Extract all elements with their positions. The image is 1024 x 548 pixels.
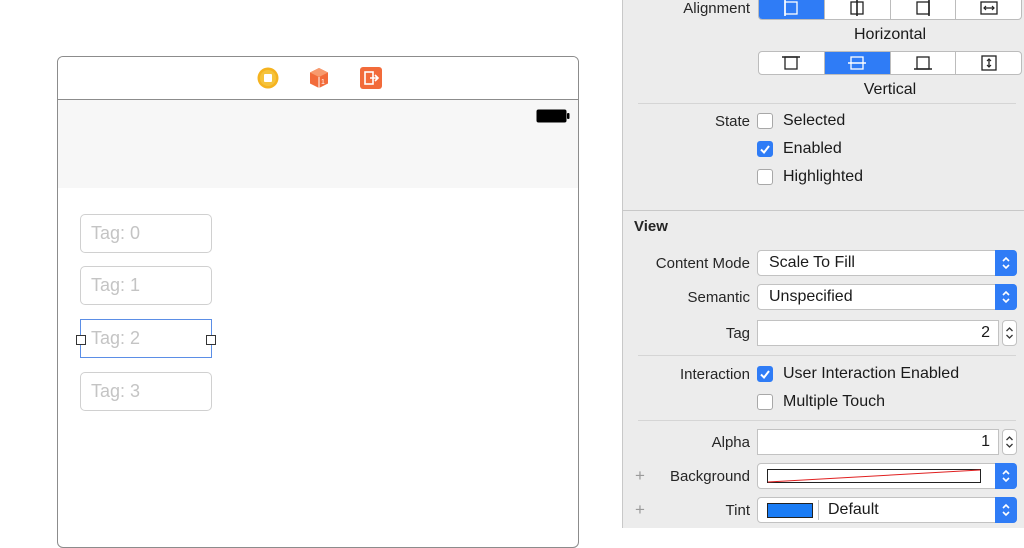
view-controller-scene[interactable]: 1 Tag: 0 Tag: 1 Tag: 2 Tag: 3 [57, 56, 579, 548]
tint-label: Tint [725, 502, 750, 519]
battery-icon [536, 109, 570, 123]
view-section-title: View [634, 218, 668, 235]
align-top-icon[interactable] [759, 52, 825, 74]
checkbox-label: Multiple Touch [783, 393, 885, 410]
vertical-alignment-control[interactable] [758, 51, 1022, 75]
semantic-label: Semantic [687, 289, 750, 306]
checkbox-unchecked-icon[interactable] [757, 394, 773, 410]
exit-icon[interactable] [360, 67, 382, 89]
tag-label: Tag [725, 325, 750, 342]
align-fill-vertical-icon[interactable] [956, 52, 1021, 74]
scene-dock: 1 [58, 57, 578, 100]
align-middle-icon[interactable] [824, 52, 891, 74]
content-mode-popup[interactable]: Scale To Fill [757, 250, 1017, 276]
chevron-updown-icon[interactable] [995, 284, 1017, 310]
horizontal-caption: Horizontal [853, 26, 927, 43]
align-center-icon[interactable] [825, 0, 891, 19]
attributes-inspector: Alignment Horizontal Vertical State Sele… [622, 0, 1024, 528]
state-highlighted-checkbox[interactable]: Highlighted [757, 168, 863, 186]
tint-value: Default [828, 501, 879, 518]
alpha-field[interactable]: 1 [757, 429, 999, 455]
align-left-icon[interactable] [759, 0, 825, 19]
add-variation-icon[interactable]: + [635, 466, 645, 486]
chevron-updown-icon[interactable] [995, 250, 1017, 276]
user-interaction-checkbox[interactable]: User Interaction Enabled [757, 365, 959, 383]
storyboard-canvas: 1 Tag: 0 Tag: 1 Tag: 2 Tag: 3 [0, 0, 622, 548]
alignment-label: Alignment [683, 0, 750, 17]
semantic-value: Unspecified [769, 288, 853, 305]
tint-color-popup[interactable]: Default [757, 497, 1017, 523]
svg-text:1: 1 [321, 79, 325, 86]
background-label: Background [669, 468, 750, 485]
resize-handle-right[interactable] [206, 335, 216, 345]
state-enabled-checkbox[interactable]: Enabled [757, 140, 842, 158]
field-placeholder: Tag: 2 [91, 328, 141, 348]
add-variation-icon[interactable]: + [635, 500, 645, 520]
alpha-stepper[interactable] [1002, 429, 1017, 455]
semantic-popup[interactable]: Unspecified [757, 284, 1017, 310]
first-responder-cube-icon[interactable]: 1 [308, 67, 330, 89]
content-mode-value: Scale To Fill [769, 254, 855, 271]
horizontal-alignment-control[interactable] [758, 0, 1022, 20]
tag-stepper[interactable] [1002, 320, 1017, 346]
content-mode-label: Content Mode [655, 255, 750, 272]
align-right-icon[interactable] [891, 0, 957, 19]
popup-divider [818, 500, 819, 520]
background-color-popup[interactable] [757, 463, 1017, 489]
tint-color-swatch [767, 503, 813, 518]
clear-color-swatch [767, 469, 981, 483]
checkbox-label: User Interaction Enabled [783, 365, 960, 382]
checkbox-checked-icon[interactable] [757, 141, 773, 157]
tag-text-field[interactable]: Tag: 0 [80, 214, 212, 253]
checkbox-label: Enabled [783, 140, 842, 157]
checkbox-label: Highlighted [783, 168, 864, 185]
tag-text-field[interactable]: Tag: 1 [80, 266, 212, 305]
chevron-updown-icon[interactable] [995, 497, 1017, 523]
vertical-caption: Vertical [863, 81, 917, 98]
section-separator [623, 210, 1024, 211]
checkbox-label: Selected [783, 112, 846, 129]
separator [638, 355, 1016, 356]
interaction-label: Interaction [679, 366, 750, 383]
view-controller-icon[interactable] [257, 67, 279, 89]
selected-tag-text-field[interactable]: Tag: 2 [76, 319, 216, 358]
checkbox-checked-icon[interactable] [757, 366, 773, 382]
multiple-touch-checkbox[interactable]: Multiple Touch [757, 393, 885, 411]
separator [638, 103, 1016, 104]
align-fill-icon[interactable] [956, 0, 1021, 19]
separator [638, 420, 1016, 421]
align-bottom-icon[interactable] [891, 52, 957, 74]
alpha-label: Alpha [711, 434, 750, 451]
state-label: State [714, 113, 750, 130]
checkbox-unchecked-icon[interactable] [757, 169, 773, 185]
resize-handle-left[interactable] [76, 335, 86, 345]
navigation-bar [58, 100, 578, 188]
tag-field[interactable]: 2 [757, 320, 999, 346]
checkbox-unchecked-icon[interactable] [757, 113, 773, 129]
tag-text-field[interactable]: Tag: 3 [80, 372, 212, 411]
state-selected-checkbox[interactable]: Selected [757, 112, 845, 130]
chevron-updown-icon[interactable] [995, 463, 1017, 489]
